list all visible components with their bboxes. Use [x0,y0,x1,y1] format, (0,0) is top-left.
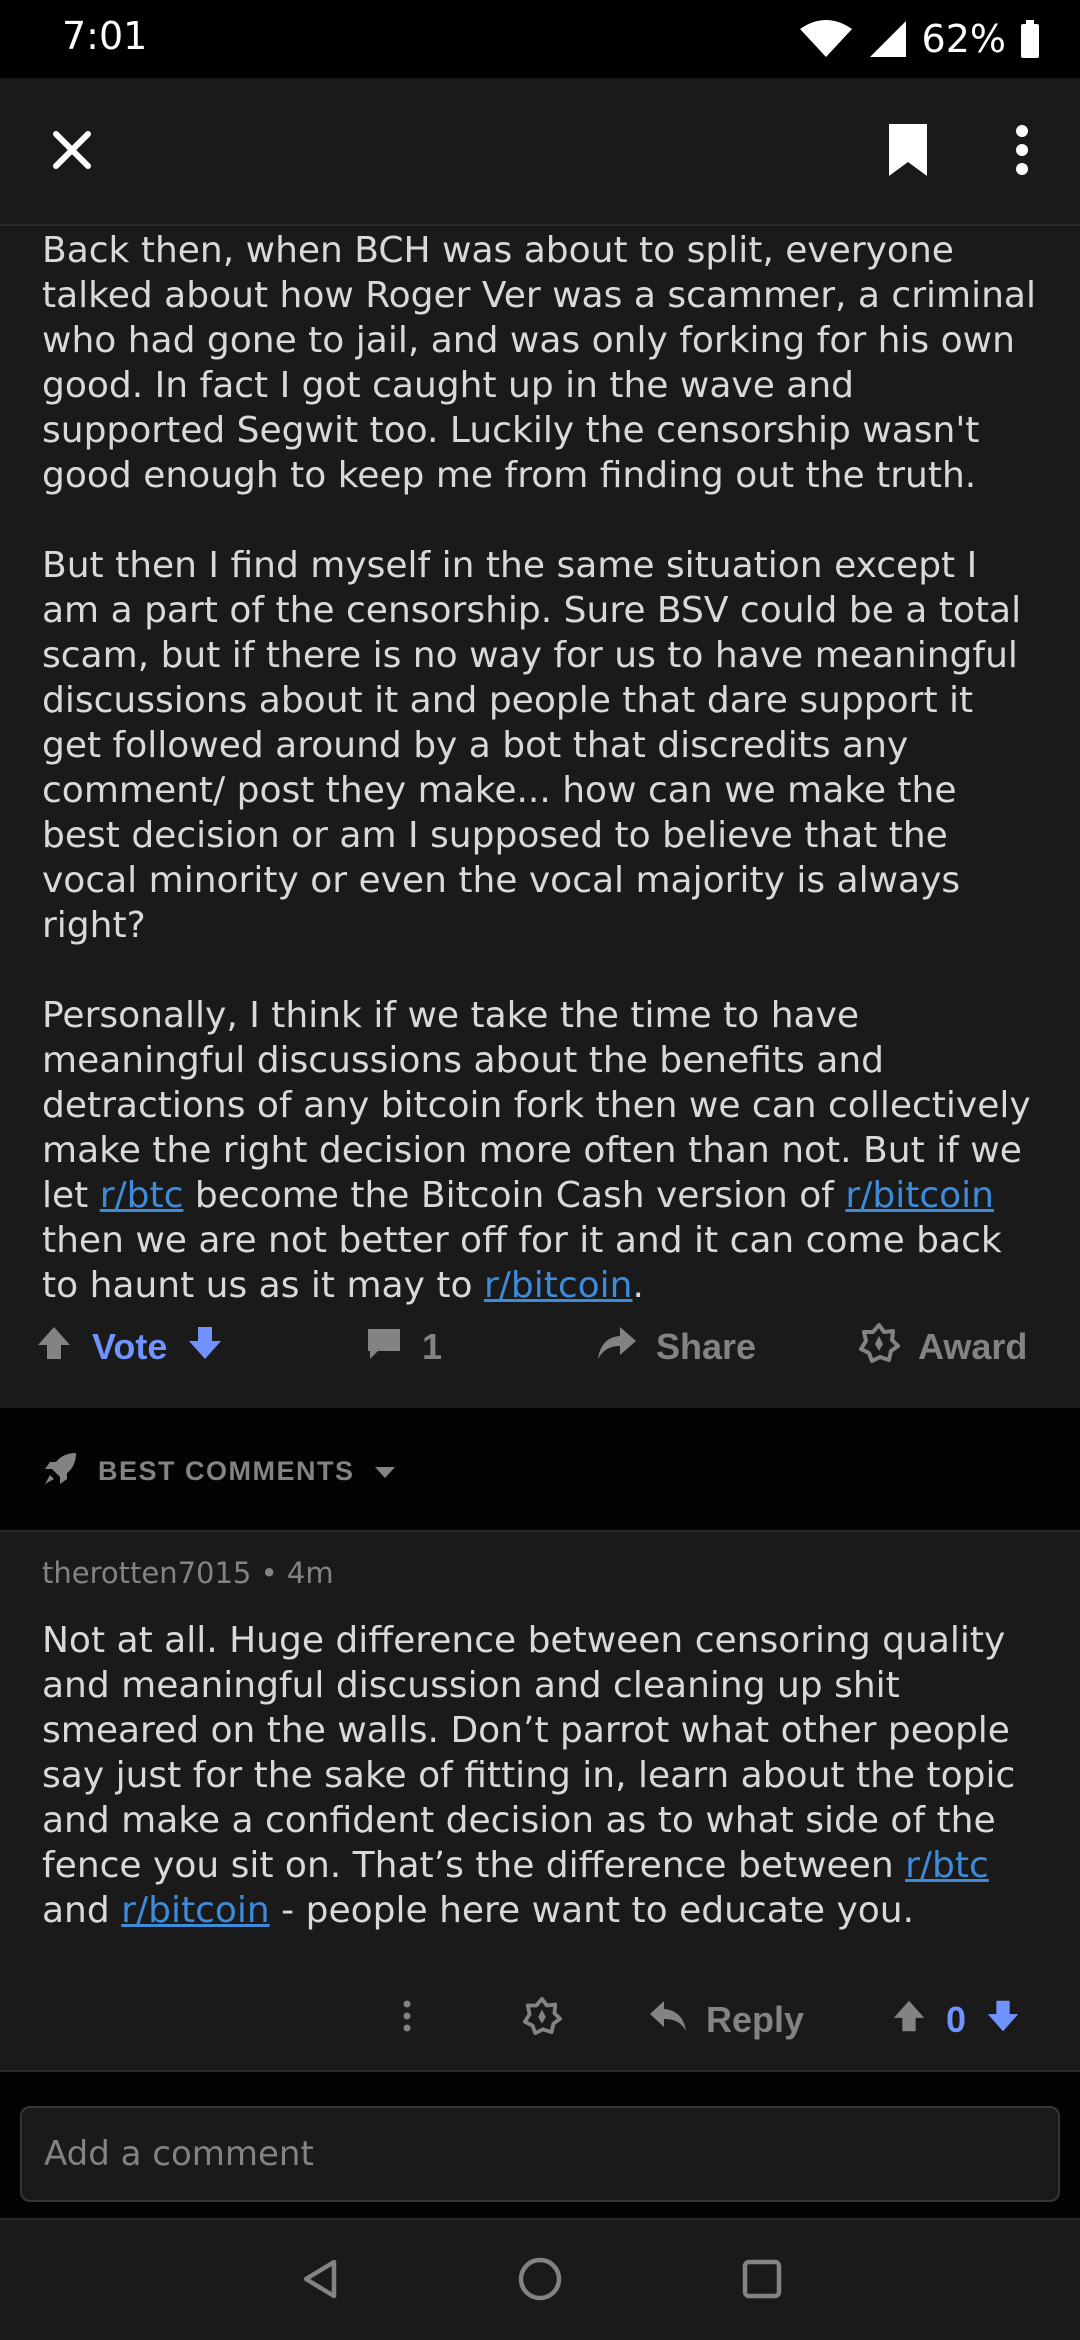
comment-award-button[interactable] [522,1972,562,2068]
recents-icon [740,2257,784,2305]
comment-downvote-button[interactable] [984,1997,1022,2044]
text-segment: become the Bitcoin Cash version of [183,1175,846,1216]
close-button[interactable] [36,116,108,188]
award-button[interactable]: Award [858,1300,1027,1394]
rocket-icon [42,1449,80,1494]
post-paragraph: But then I find myself in the same situa… [42,543,1042,948]
back-icon [298,2256,344,2306]
comment-composer [0,2070,1080,2218]
more-vertical-icon [1014,124,1030,180]
battery-level: 62% [921,17,1006,61]
downvote-icon [984,2000,1022,2043]
comment: therotten7015 • 4m Not at all. Huge diff… [0,1534,1080,2064]
bookmark-icon [885,122,931,182]
comments-button[interactable]: 1 [364,1300,442,1394]
status-icons: 62% [798,14,1040,64]
reply-icon [648,1997,688,2044]
more-options-button[interactable] [986,116,1058,188]
downvote-icon [185,1326,225,1371]
nav-recents-button[interactable] [731,2250,793,2312]
reply-label: Reply [706,1999,805,2040]
comment-score: 0 [946,1999,967,2040]
award-icon [858,1322,900,1373]
comments-header: BEST COMMENTS [0,1408,1080,1532]
comment-upvote-button[interactable] [890,1997,928,2044]
more-vertical-icon [402,1999,412,2042]
signal-icon [868,19,908,59]
add-comment-input[interactable] [20,2106,1060,2202]
save-button[interactable] [872,116,944,188]
subreddit-link[interactable]: r/btc [100,1175,184,1216]
comment-sort-dropdown[interactable]: BEST COMMENTS [42,1446,397,1496]
nav-home-button[interactable] [509,2250,571,2312]
home-icon [516,2255,564,2307]
nav-back-button[interactable] [290,2250,352,2312]
text-segment: Not at all. Huge difference between cens… [42,1620,1016,1886]
status-bar: 7:01 62% [0,0,1080,78]
text-segment: But then I find myself in the same situa… [42,545,1022,946]
comment-text: Not at all. Huge difference between cens… [42,1618,1052,1933]
subreddit-link[interactable]: r/bitcoin [121,1890,270,1931]
system-nav-bar [0,2218,1080,2340]
post-paragraph: Personally, I think if we take the time … [42,993,1042,1308]
comment-vote-group: 0 [890,1972,1022,2068]
top-bar [0,78,1080,226]
comment-action-bar: Reply 0 [0,1972,1080,2068]
subreddit-link[interactable]: r/btc [905,1845,989,1886]
reply-button[interactable]: Reply [648,1972,804,2068]
wifi-icon [798,19,854,59]
text-segment: - people here want to educate you. [269,1890,915,1931]
subreddit-link[interactable]: r/bitcoin [845,1175,994,1216]
sort-label: BEST COMMENTS [98,1455,355,1486]
caret-down-icon [373,1456,397,1487]
downvote-button[interactable] [185,1323,225,1372]
battery-icon [1020,20,1040,58]
text-segment: Back then, when BCH was about to split, … [42,230,1036,496]
upvote-button[interactable] [34,1323,74,1372]
post-body: Back then, when BCH was about to split, … [42,228,1042,1353]
post-paragraph: Back then, when BCH was about to split, … [42,228,1042,498]
upvote-icon [890,2000,928,2043]
close-icon [50,128,94,176]
share-button[interactable]: Share [596,1300,756,1394]
share-icon [596,1323,638,1372]
upvote-icon [34,1326,74,1371]
award-label: Award [918,1326,1028,1367]
comment-more-button[interactable] [402,1972,412,2068]
status-time: 7:01 [62,14,148,58]
vote-label: Vote [92,1326,168,1367]
post-action-bar: Vote 1 Share Award [0,1300,1080,1394]
share-label: Share [656,1326,757,1367]
comment-meta[interactable]: therotten7015 • 4m [42,1556,334,1590]
comment-count: 1 [422,1326,443,1367]
vote-group: Vote [34,1300,225,1394]
award-icon [522,1996,562,2045]
text-segment: and [42,1890,122,1931]
comment-icon [364,1323,404,1372]
